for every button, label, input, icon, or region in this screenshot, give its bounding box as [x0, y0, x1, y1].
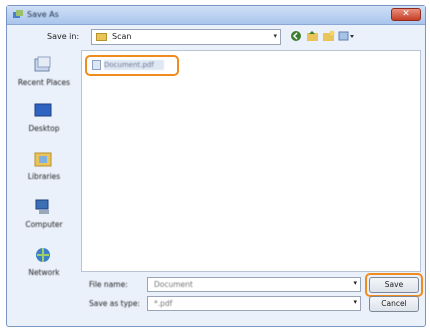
libraries-icon [34, 152, 52, 167]
network-icon [36, 248, 50, 262]
save-button-highlight [365, 273, 423, 297]
save-dialog: Save As ✕ Save in: Scan ▾ Recent Places … [6, 5, 426, 327]
file-name-field[interactable]: Document ▾ [147, 277, 361, 292]
place-desktop[interactable]: Desktop [11, 98, 77, 142]
title-bar: Save As ✕ [7, 6, 425, 25]
place-label: Desktop [28, 124, 60, 133]
new-folder-icon[interactable] [321, 30, 335, 43]
up-folder-icon[interactable] [305, 30, 319, 43]
close-button[interactable]: ✕ [391, 8, 421, 21]
save-in-label: Save in: [47, 32, 80, 41]
computer-icon [35, 199, 49, 214]
window-title: Save As [27, 10, 59, 19]
save-in-dropdown[interactable]: Scan ▾ [91, 29, 281, 45]
places-bar: Recent Places Desktop Libraries Computer… [11, 50, 77, 320]
close-icon: ✕ [402, 9, 410, 19]
views-menu-icon[interactable] [337, 30, 357, 43]
chevron-down-icon: ▾ [353, 279, 357, 287]
place-label: Computer [25, 220, 63, 229]
file-type-value: *.pdf [154, 299, 173, 308]
file-name-label: File name: [89, 280, 128, 289]
place-network[interactable]: Network [11, 242, 77, 286]
chevron-down-icon: ▾ [273, 32, 277, 40]
place-label: Recent Places [17, 78, 71, 87]
save-in-value: Scan [112, 32, 132, 41]
cancel-button[interactable]: Cancel [369, 296, 419, 312]
folder-icon [96, 33, 107, 41]
place-label: Network [28, 268, 60, 277]
file-list[interactable]: Document.pdf [81, 50, 421, 272]
place-libraries[interactable]: Libraries [11, 146, 77, 190]
file-type-label: Save as type: [89, 299, 140, 308]
desktop-icon [34, 103, 52, 117]
place-computer[interactable]: Computer [11, 194, 77, 238]
place-recent-places[interactable]: Recent Places [11, 52, 77, 96]
chevron-down-icon: ▾ [353, 298, 357, 306]
place-label: Libraries [27, 172, 61, 181]
file-highlight-outline [85, 55, 179, 76]
file-name-value: Document [154, 280, 193, 289]
recent-places-icon [34, 56, 51, 72]
app-icon [13, 10, 23, 18]
back-icon[interactable] [289, 30, 303, 43]
file-type-dropdown[interactable]: *.pdf ▾ [147, 296, 361, 311]
